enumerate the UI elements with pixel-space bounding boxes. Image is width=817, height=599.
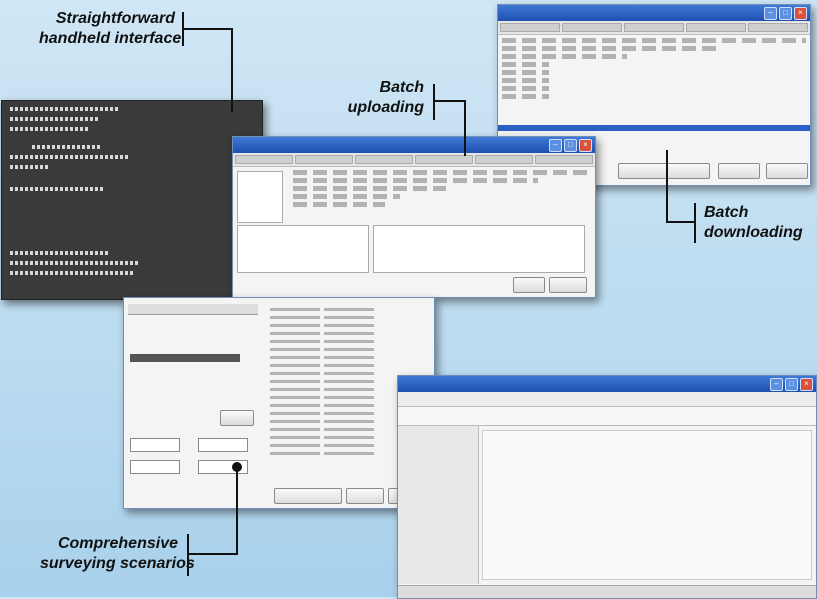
- callout-survey-connector: [187, 553, 237, 555]
- download-option-button[interactable]: [618, 163, 710, 179]
- callout-download-line2: downloading: [704, 224, 803, 241]
- callout-download-connector: [666, 221, 696, 223]
- callout-survey-bracket: [187, 534, 189, 576]
- download-next-button[interactable]: [766, 163, 808, 179]
- callout-upload-pointer: [464, 100, 466, 156]
- callout-handheld-line2: handheld interface: [39, 30, 182, 47]
- callout-download-bracket: [694, 203, 696, 243]
- callout-survey-dot: [232, 462, 242, 472]
- handheld-terminal-screen: [1, 100, 263, 300]
- upload-tree-panel[interactable]: [237, 171, 283, 223]
- callout-upload-connector: [433, 100, 465, 102]
- minimize-button[interactable]: –: [764, 7, 777, 20]
- desktop-window-titlebar: – □ ×: [398, 376, 816, 392]
- callout-survey-pointer: [236, 466, 238, 555]
- download-window-titlebar: – □ ×: [498, 5, 810, 21]
- callout-handheld-line1: Straightforward: [55, 10, 175, 27]
- callout-batch-upload: Batch uploading: [322, 78, 424, 118]
- upload-window-titlebar: – □ ×: [233, 137, 595, 153]
- minimize-button[interactable]: –: [549, 139, 562, 152]
- callout-download-line1: Batch: [704, 204, 749, 221]
- upload-log-panel: [237, 225, 369, 273]
- minimize-button[interactable]: –: [770, 378, 783, 391]
- upload-cancel-button[interactable]: [549, 277, 587, 293]
- callout-survey-line1: Comprehensive: [57, 535, 178, 552]
- close-button[interactable]: ×: [794, 7, 807, 20]
- survey-back-button[interactable]: [346, 488, 384, 504]
- callout-download-pointer: [666, 150, 668, 223]
- upload-ok-button[interactable]: [513, 277, 545, 293]
- callout-upload-line2: uploading: [347, 99, 424, 116]
- callout-batch-download: Batch downloading: [704, 203, 803, 243]
- survey-input-2[interactable]: [198, 438, 248, 452]
- callout-upload-line1: Batch: [379, 79, 424, 96]
- survey-input-3[interactable]: [130, 460, 180, 474]
- survey-input-1[interactable]: [130, 438, 180, 452]
- survey-settings-button[interactable]: [220, 410, 254, 426]
- maximize-button[interactable]: □: [564, 139, 577, 152]
- callout-upload-bracket: [433, 84, 435, 120]
- maximize-button[interactable]: □: [785, 378, 798, 391]
- desktop-content-area: [482, 430, 812, 580]
- close-button[interactable]: ×: [800, 378, 813, 391]
- surveying-window: [123, 297, 435, 509]
- upload-file-list[interactable]: [373, 225, 585, 273]
- callout-handheld: Straightforward handheld interface: [39, 9, 182, 49]
- batch-upload-window: – □ ×: [232, 136, 596, 298]
- close-button[interactable]: ×: [579, 139, 592, 152]
- desktop-sidebar[interactable]: [398, 426, 479, 584]
- callout-handheld-connector: [182, 28, 232, 30]
- download-back-button[interactable]: [718, 163, 760, 179]
- callout-handheld-pointer: [231, 28, 233, 112]
- desktop-app-window: – □ ×: [397, 375, 817, 599]
- maximize-button[interactable]: □: [779, 7, 792, 20]
- survey-option-button[interactable]: [274, 488, 342, 504]
- callout-surveying: Comprehensive surveying scenarios: [40, 534, 195, 574]
- callout-survey-line2: surveying scenarios: [40, 555, 195, 572]
